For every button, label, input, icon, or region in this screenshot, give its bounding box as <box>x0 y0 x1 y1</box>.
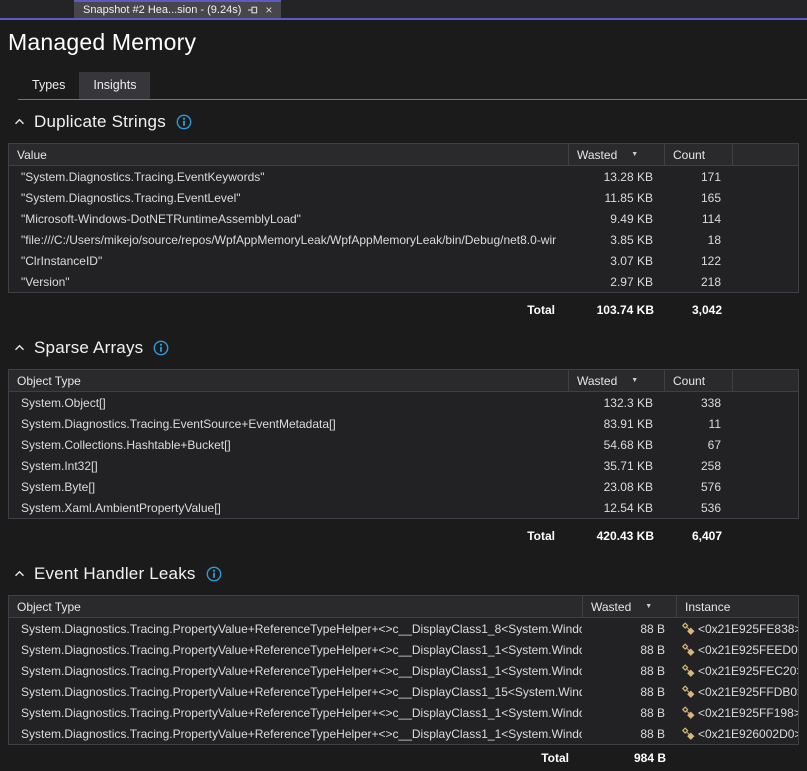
total-label: Total <box>8 303 569 317</box>
event-handler-leaks-table: Object Type Wasted▼ Instance System.Diag… <box>8 595 799 745</box>
total-count: 3,042 <box>665 303 733 317</box>
instance-link[interactable]: <0x21E925FFDB0> <box>676 685 798 699</box>
table-header-row: Value Wasted▼ Count <box>9 144 798 166</box>
instance-icon <box>682 664 695 677</box>
table-header-row: Object Type Wasted▼ Count <box>9 370 798 392</box>
section-title: Sparse Arrays <box>34 338 143 358</box>
collapse-icon[interactable] <box>14 570 25 578</box>
document-tab-title: Snapshot #2 Hea...sion - (9.24s) <box>83 4 241 16</box>
table-row[interactable]: "file:///C:/Users/mikejo/source/repos/Wp… <box>9 229 798 250</box>
instance-link[interactable]: <0x21E925FEC20> <box>676 664 798 678</box>
section-event-handler-leaks: Event Handler Leaks Object Type Wasted▼ … <box>8 552 799 771</box>
total-wasted: 420.43 KB <box>569 529 665 543</box>
table-row[interactable]: "Microsoft-Windows-DotNETRuntimeAssembly… <box>9 208 798 229</box>
sort-desc-icon: ▼ <box>645 603 652 610</box>
column-header-object-type[interactable]: Object Type <box>9 596 582 617</box>
table-row[interactable]: System.Collections.Hashtable+Bucket[]54.… <box>9 434 798 455</box>
total-row: Total 420.43 KB 6,407 <box>8 519 799 552</box>
sort-desc-icon: ▼ <box>631 377 638 384</box>
table-row[interactable]: System.Byte[]23.08 KB576 <box>9 476 798 497</box>
column-header-count[interactable]: Count <box>664 370 732 391</box>
instance-link[interactable]: <0x21E925FE838> <box>676 622 798 636</box>
page-title: Managed Memory <box>0 20 807 56</box>
section-header: Duplicate Strings <box>8 100 799 143</box>
table-row[interactable]: "System.Diagnostics.Tracing.EventLevel"1… <box>9 187 798 208</box>
table-row[interactable]: System.Int32[]35.71 KB258 <box>9 455 798 476</box>
table-row[interactable]: "ClrInstanceID"3.07 KB122 <box>9 250 798 271</box>
instance-icon <box>682 622 695 635</box>
section-title: Event Handler Leaks <box>34 564 196 584</box>
tab-types[interactable]: Types <box>18 72 79 99</box>
info-icon[interactable] <box>176 114 192 130</box>
document-tab-snapshot[interactable]: Snapshot #2 Hea...sion - (9.24s) × <box>74 0 281 18</box>
instance-link[interactable]: <0x21E925FEED0> <box>676 643 798 657</box>
section-duplicate-strings: Duplicate Strings Value Wasted▼ Count "S… <box>8 100 799 326</box>
instance-link[interactable]: <0x21E926002D0> <box>676 727 798 741</box>
column-header-instance[interactable]: Instance <box>676 596 798 617</box>
table-row[interactable]: System.Diagnostics.Tracing.PropertyValue… <box>9 681 798 702</box>
total-row: Total 103.74 KB 3,042 <box>8 293 799 326</box>
info-icon[interactable] <box>206 566 222 582</box>
column-header-value[interactable]: Value <box>9 144 568 165</box>
collapse-icon[interactable] <box>14 344 25 352</box>
duplicate-strings-table: Value Wasted▼ Count "System.Diagnostics.… <box>8 143 799 293</box>
table-row[interactable]: System.Xaml.AmbientPropertyValue[]12.54 … <box>9 497 798 518</box>
section-sparse-arrays: Sparse Arrays Object Type Wasted▼ Count … <box>8 326 799 552</box>
table-header-row: Object Type Wasted▼ Instance <box>9 596 798 618</box>
instance-link[interactable]: <0x21E925FF198> <box>676 706 798 720</box>
column-header-spacer <box>732 370 798 391</box>
collapse-icon[interactable] <box>14 118 25 126</box>
total-count: 6,407 <box>665 529 733 543</box>
table-row[interactable]: System.Diagnostics.Tracing.PropertyValue… <box>9 723 798 744</box>
document-tab-bar: Snapshot #2 Hea...sion - (9.24s) × <box>0 0 807 20</box>
table-row[interactable]: System.Diagnostics.Tracing.EventSource+E… <box>9 413 798 434</box>
section-title: Duplicate Strings <box>34 112 166 132</box>
close-icon[interactable]: × <box>265 4 272 16</box>
column-header-count[interactable]: Count <box>664 144 732 165</box>
info-icon[interactable] <box>153 340 169 356</box>
column-header-wasted[interactable]: Wasted▼ <box>568 370 664 391</box>
column-header-object-type[interactable]: Object Type <box>9 370 568 391</box>
total-wasted: 103.74 KB <box>569 303 665 317</box>
table-row[interactable]: System.Object[]132.3 KB338 <box>9 392 798 413</box>
pin-icon[interactable] <box>248 5 258 15</box>
sort-desc-icon: ▼ <box>631 151 638 158</box>
total-row: Total 984 B <box>8 745 799 771</box>
total-label: Total <box>8 751 583 765</box>
table-row[interactable]: "System.Diagnostics.Tracing.EventKeyword… <box>9 166 798 187</box>
instance-icon <box>682 643 695 656</box>
instance-icon <box>682 727 695 740</box>
table-row[interactable]: System.Diagnostics.Tracing.PropertyValue… <box>9 660 798 681</box>
column-header-wasted[interactable]: Wasted▼ <box>568 144 664 165</box>
table-row[interactable]: System.Diagnostics.Tracing.PropertyValue… <box>9 702 798 723</box>
section-header: Sparse Arrays <box>8 326 799 369</box>
tab-insights[interactable]: Insights <box>79 72 150 99</box>
sparse-arrays-table: Object Type Wasted▼ Count System.Object[… <box>8 369 799 519</box>
view-mode-tabs: Types Insights <box>18 72 807 100</box>
section-header: Event Handler Leaks <box>8 552 799 595</box>
column-header-wasted[interactable]: Wasted▼ <box>582 596 676 617</box>
instance-icon <box>682 706 695 719</box>
instance-icon <box>682 685 695 698</box>
total-wasted: 984 B <box>583 751 677 765</box>
table-row[interactable]: "Version"2.97 KB218 <box>9 271 798 292</box>
table-row[interactable]: System.Diagnostics.Tracing.PropertyValue… <box>9 618 798 639</box>
total-label: Total <box>8 529 569 543</box>
table-row[interactable]: System.Diagnostics.Tracing.PropertyValue… <box>9 639 798 660</box>
column-header-spacer <box>732 144 798 165</box>
